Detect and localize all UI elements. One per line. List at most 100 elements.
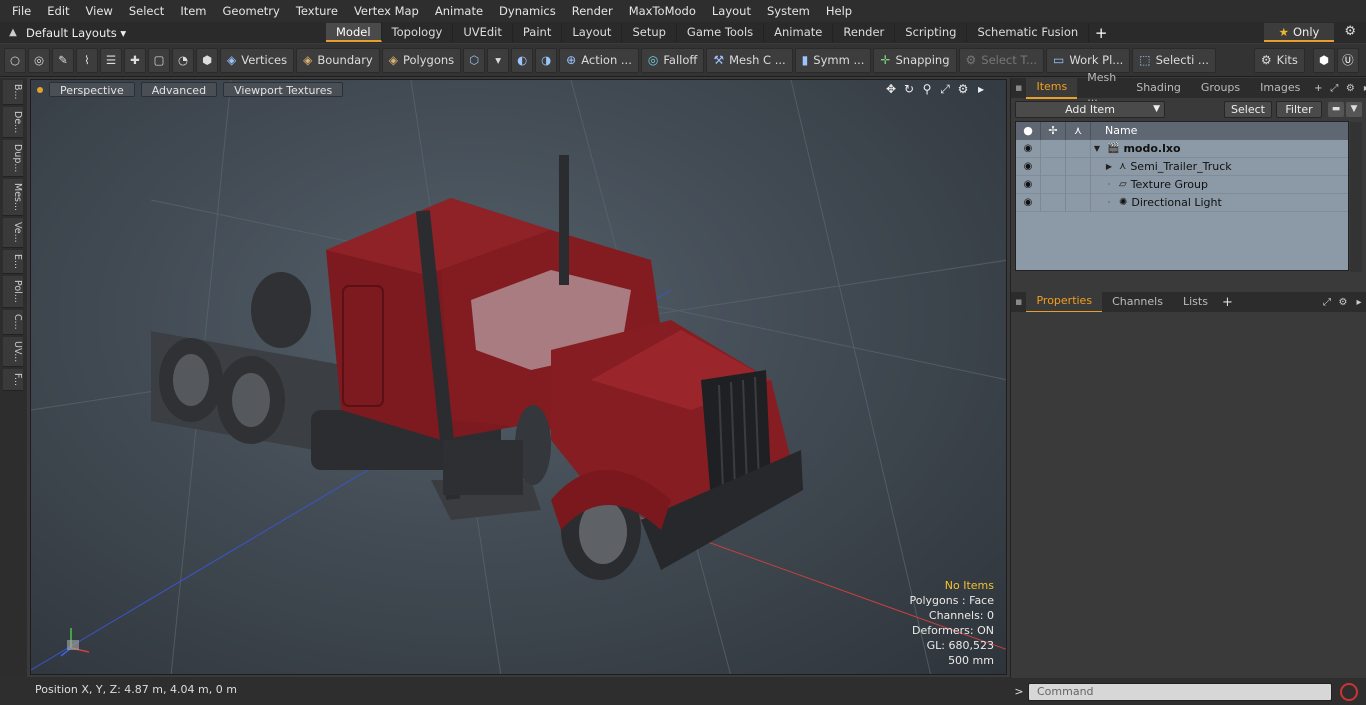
menu-layout[interactable]: Layout	[704, 0, 759, 22]
unity-icon[interactable]: ⬢	[1312, 47, 1335, 73]
dropdown-arrow-icon[interactable]: ▾	[487, 47, 510, 73]
tab-setup[interactable]: Setup	[622, 23, 677, 42]
properties-popout-icon[interactable]: ⤢	[1319, 297, 1335, 308]
properties-menu-icon[interactable]: ▪	[1011, 292, 1026, 312]
tab-scripting[interactable]: Scripting	[895, 23, 968, 42]
tab-animate[interactable]: Animate	[764, 23, 834, 42]
menu-select[interactable]: Select	[121, 0, 172, 22]
only-button[interactable]: ★ Only	[1264, 23, 1334, 42]
tab-lists[interactable]: Lists	[1173, 292, 1218, 312]
tab-paint[interactable]: Paint	[513, 23, 563, 42]
select-circle-icon[interactable]: ○	[4, 47, 26, 73]
select-button[interactable]: Select	[1224, 100, 1272, 118]
action-center-button[interactable]: ⊕ Action ...	[559, 47, 639, 73]
symmetry-left-icon[interactable]: ◐	[511, 47, 534, 73]
rotate-icon[interactable]: ◔	[172, 47, 194, 73]
boundary-button[interactable]: ◈ Boundary	[296, 47, 380, 73]
material-icon[interactable]: ⬡	[463, 47, 486, 73]
panel-menu-icon[interactable]: ▪	[1011, 78, 1026, 98]
tab-shading[interactable]: Shading	[1126, 78, 1191, 98]
left-tab-duplicate[interactable]: Dup...	[3, 139, 23, 178]
select-through-button[interactable]: ⚙ Select T...	[958, 47, 1045, 73]
falloff-button[interactable]: ◎ Falloff	[640, 47, 705, 73]
popout-icon[interactable]: ⤢	[1326, 83, 1342, 94]
layout-arrow-icon[interactable]: ▲	[0, 27, 26, 38]
name-column-header[interactable]: Name	[1091, 122, 1137, 140]
eye-icon[interactable]: ◉	[1016, 157, 1041, 176]
left-tab-edge[interactable]: E...	[3, 249, 23, 275]
center-icon[interactable]: ✚	[124, 47, 146, 73]
tab-topology[interactable]: Topology	[382, 23, 454, 42]
menu-help[interactable]: Help	[818, 0, 860, 22]
advanced-button[interactable]: Advanced	[140, 82, 218, 97]
tab-model[interactable]: Model	[326, 23, 382, 42]
collapse-icon[interactable]: ▬	[1328, 101, 1344, 117]
tab-render[interactable]: Render	[833, 23, 896, 42]
menu-view[interactable]: View	[78, 0, 121, 22]
add-properties-tab-icon[interactable]: +	[1218, 295, 1237, 310]
expand-triangle-icon[interactable]: ▼	[1091, 144, 1103, 153]
tab-uvedit[interactable]: UVEdit	[453, 23, 513, 42]
visibility-column-icon[interactable]: ●	[1016, 122, 1041, 140]
type-column-icon[interactable]: ⋏	[1066, 122, 1091, 140]
tab-layout[interactable]: Layout	[562, 23, 623, 42]
add-item-button[interactable]: Add Item ▼	[1015, 100, 1165, 118]
perspective-button[interactable]: Perspective	[49, 82, 135, 97]
kits-button[interactable]: ⚙ Kits	[1253, 47, 1305, 73]
add-tab-icon[interactable]: +	[1089, 24, 1113, 42]
properties-gear-icon[interactable]: ⚙	[1335, 297, 1351, 308]
pan-icon[interactable]: ✥	[882, 82, 900, 97]
tab-game-tools[interactable]: Game Tools	[677, 23, 765, 42]
left-tab-mesh-edit[interactable]: Mes...	[3, 179, 23, 217]
polygons-button[interactable]: ◈ Polygons	[381, 47, 462, 73]
menu-animate[interactable]: Animate	[427, 0, 491, 22]
layouts-dropdown[interactable]: Default Layouts ▾	[26, 26, 326, 40]
vertices-button[interactable]: ◈ Vertices	[220, 47, 295, 73]
left-tab-uv[interactable]: UV...	[3, 336, 23, 367]
menu-geometry[interactable]: Geometry	[215, 0, 288, 22]
orbit-icon[interactable]: ↻	[900, 82, 918, 97]
maximize-icon[interactable]: ⤢	[936, 82, 954, 97]
symmetry-right-icon[interactable]: ◑	[535, 47, 558, 73]
viewport-expand-icon[interactable]: ▸	[972, 82, 990, 97]
menu-vertex-map[interactable]: Vertex Map	[346, 0, 427, 22]
3d-viewport[interactable]: Perspective Advanced Viewport Textures ✥…	[30, 79, 1007, 675]
left-tab-curve[interactable]: C...	[3, 309, 23, 335]
tab-channels[interactable]: Channels	[1102, 292, 1173, 312]
left-tab-basic[interactable]: B...	[3, 80, 23, 105]
tab-properties[interactable]: Properties	[1026, 291, 1103, 313]
panel-arrow-icon[interactable]: ▸	[1358, 83, 1366, 94]
command-input[interactable]: Command	[1028, 682, 1332, 701]
left-tab-polygon[interactable]: Pol...	[3, 276, 23, 308]
tab-schematic-fusion[interactable]: Schematic Fusion	[967, 23, 1090, 42]
menu-texture[interactable]: Texture	[288, 0, 346, 22]
menu-system[interactable]: System	[759, 0, 818, 22]
left-tab-fusion[interactable]: F...	[3, 368, 23, 391]
item-list-scrollbar[interactable]	[1350, 122, 1362, 272]
expand-triangle-icon[interactable]: ▶	[1103, 162, 1115, 171]
brush-icon[interactable]: ⌇	[76, 47, 98, 73]
eye-icon[interactable]: ◉	[1016, 175, 1041, 194]
menu-file[interactable]: File	[4, 0, 39, 22]
viewport-gear-icon[interactable]: ⚙	[954, 82, 972, 97]
filter-button[interactable]: Filter	[1276, 100, 1322, 118]
symmetry-button[interactable]: ▮ Symm ...	[794, 47, 872, 73]
properties-arrow-icon[interactable]: ▸	[1351, 297, 1366, 308]
pen-icon[interactable]: ✎	[52, 47, 74, 73]
eye-icon[interactable]: ◉	[1016, 139, 1041, 158]
list-item[interactable]: ◉ ▼ 🎬 modo.lxo	[1016, 139, 1348, 158]
selection-sets-button[interactable]: ⬚ Selecti ...	[1132, 47, 1216, 73]
menu-edit[interactable]: Edit	[39, 0, 77, 22]
gear-icon[interactable]: ⚙	[1344, 24, 1356, 39]
left-tab-deform[interactable]: De...	[3, 106, 23, 138]
align-icon[interactable]: ☰	[100, 47, 122, 73]
left-tab-vertex[interactable]: Ve...	[3, 218, 23, 248]
viewport-textures-button[interactable]: Viewport Textures	[223, 82, 344, 97]
list-item[interactable]: ◉ ▶ ⋏ Semi_Trailer_Truck	[1016, 157, 1348, 176]
menu-render[interactable]: Render	[564, 0, 621, 22]
menu-item[interactable]: Item	[172, 0, 214, 22]
snap-box-icon[interactable]: ▢	[148, 47, 170, 73]
eye-icon[interactable]: ◉	[1016, 193, 1041, 212]
unreal-icon[interactable]: Ⓤ	[1336, 47, 1359, 73]
mesh-constraint-button[interactable]: ⚒ Mesh C ...	[706, 47, 793, 73]
